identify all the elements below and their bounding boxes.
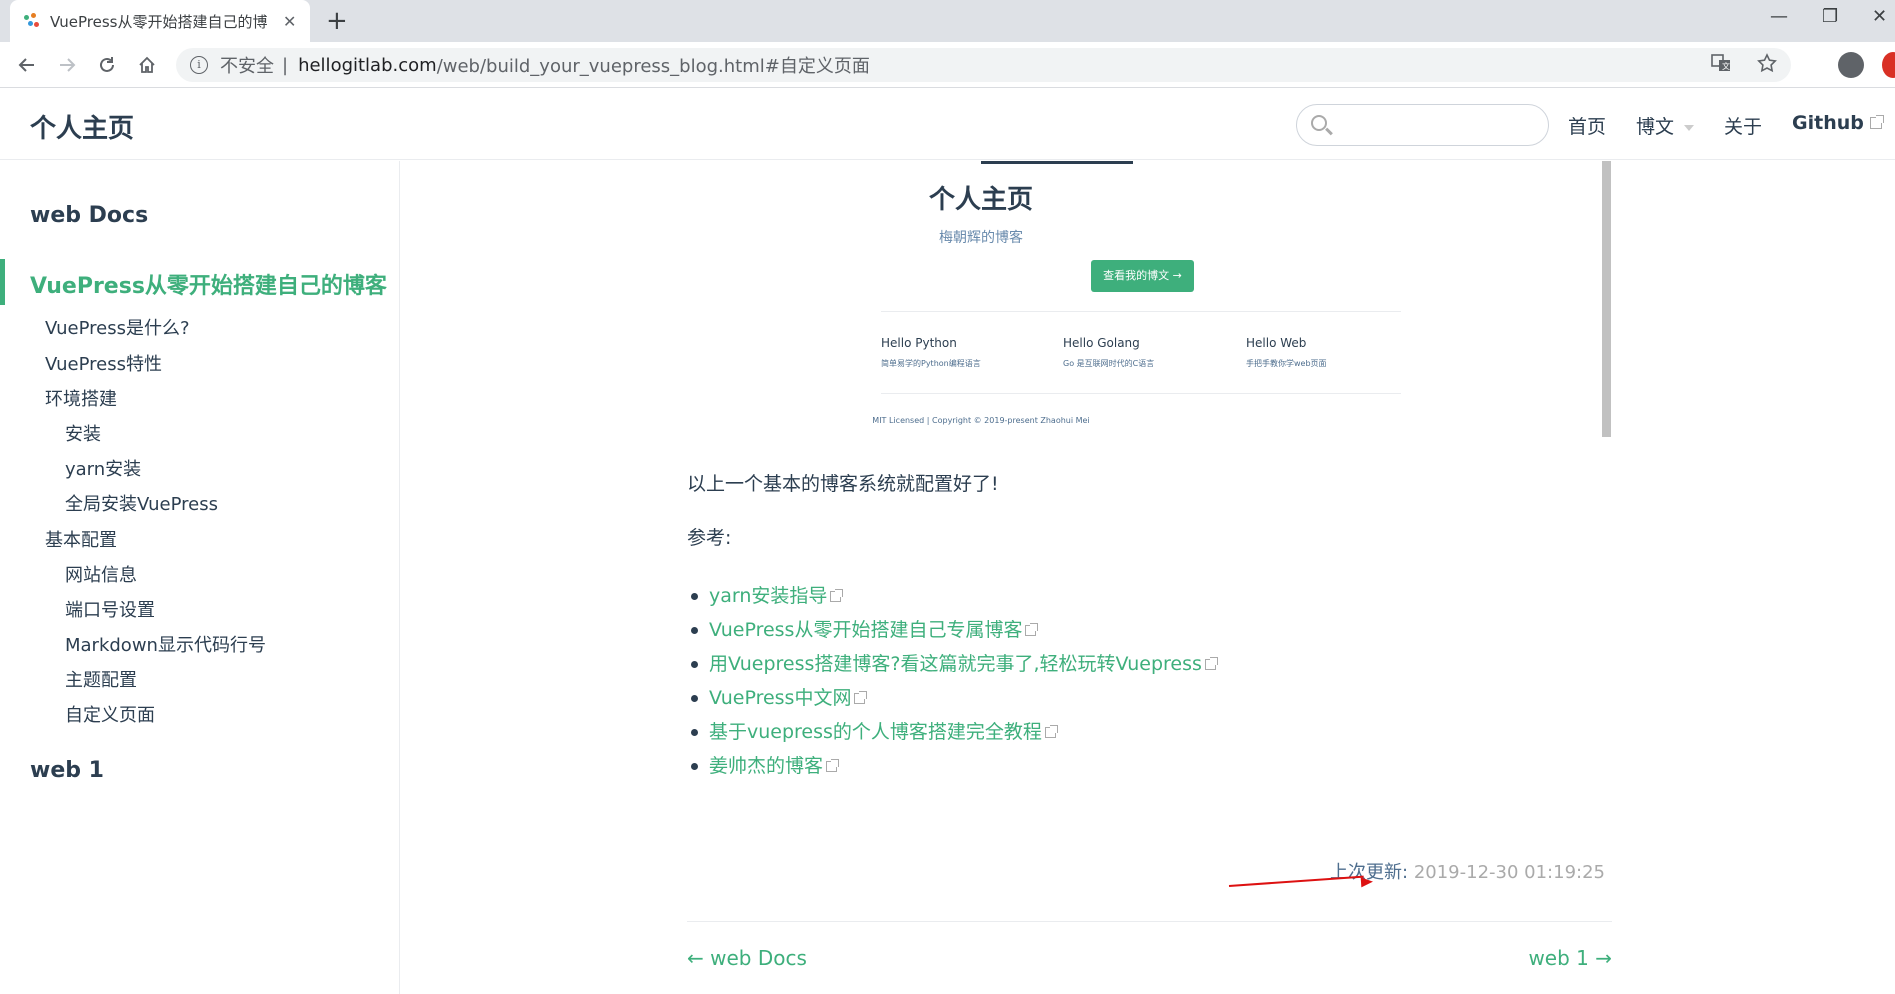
reference-link[interactable]: 用Vuepress搭建博客?看这篇就完事了,轻松玩转Vuepress [687,647,1218,681]
close-window-button[interactable]: ✕ [1872,6,1887,27]
close-tab-icon[interactable]: ✕ [283,12,296,31]
sidebar-item[interactable]: VuePress是什么? [45,314,190,340]
external-link-icon [1204,657,1218,670]
screenshot-divider [881,311,1401,312]
back-arrow-icon [18,58,34,72]
screenshot-feature: Hello Python 简单易学的Python编程语言 [881,336,1041,369]
home-button[interactable] [132,50,162,80]
external-link-icon [854,691,868,704]
screenshot-top-rule [981,161,1133,164]
caret-down-icon [1684,124,1695,131]
browser-toolbar: i 不安全 | hellogitlab.com /web/build_your_… [0,42,1895,88]
nav-links: 首页 博文 关于 Github [1568,112,1895,139]
conclusion-paragraph: 以上一个基本的博客系统就配置好了! [687,473,999,495]
home-icon [139,56,155,73]
nav-link-blog-label: 博文 [1636,116,1675,138]
reload-icon [100,57,114,72]
forward-arrow-icon [60,58,76,72]
info-icon[interactable]: i [190,56,208,74]
url-host: hellogitlab.com [298,54,437,76]
browser-tabstrip: VuePress从零开始搭建自己的博 ✕ + — ❐ ✕ [0,0,1895,42]
nav-link-blog[interactable]: 博文 [1636,112,1695,139]
sidebar-item[interactable]: VuePress特性 [45,350,162,376]
nav-link-home[interactable]: 首页 [1568,112,1606,139]
external-link-icon [826,759,840,772]
main-content: 个人主页 梅朝辉的博客 查看我的博文 → Hello Python 简单易学的P… [401,161,1895,994]
bookmark-star-icon[interactable] [1757,53,1777,73]
external-link-icon [1869,115,1884,129]
page-nav-divider [687,921,1612,922]
sidebar-group-web-1[interactable]: web 1 [30,758,104,783]
reference-link[interactable]: VuePress中文网 [687,681,1216,715]
minimize-window-button[interactable]: — [1770,6,1788,27]
screenshot-title: 个人主页 [928,185,1033,215]
sidebar: web Docs VuePress从零开始搭建自己的博客 VuePress是什么… [0,161,400,994]
external-link-icon [1044,725,1058,738]
feature-desc: 简单易学的Python编程语言 [881,359,981,368]
nav-link-github-label: Github [1792,112,1864,134]
feature-title: Hello Golang [1063,336,1140,350]
sidebar-item[interactable]: 环境搭建 [45,385,117,411]
address-bar[interactable]: i 不安全 | hellogitlab.com /web/build_your_… [176,48,1791,82]
reload-button[interactable] [92,50,122,80]
search-icon [1311,115,1327,131]
sidebar-subitem[interactable]: 全局安装VuePress [65,490,218,516]
browser-tab[interactable]: VuePress从零开始搭建自己的博 ✕ [10,0,310,42]
profile-avatar-icon[interactable] [1838,52,1864,78]
prev-page-link[interactable]: ← web Docs [687,946,807,970]
reference-link[interactable]: VuePress从零开始搭建自己专属博客 [687,613,1216,647]
screenshot-cta-button: 查看我的博文 → [1091,260,1194,292]
last-updated-value: 2019-12-30 01:19:25 [1413,862,1605,883]
site-favicon-icon [22,12,40,30]
feature-desc: 手把手教你学web页面 [1246,359,1327,368]
sidebar-item[interactable]: 基本配置 [45,526,117,552]
reference-link[interactable]: 基于vuepress的个人博客搭建完全教程 [687,715,1216,749]
sidebar-item-active[interactable]: VuePress从零开始搭建自己的博客 [30,268,387,300]
screenshot-feature: Hello Golang Go 是互联网时代的C语言 [1063,336,1223,369]
sidebar-subitem[interactable]: 主题配置 [65,666,137,692]
forward-button[interactable] [52,50,82,80]
site-navbar: 个人主页 首页 博文 关于 Github [0,88,1895,160]
sidebar-subitem[interactable]: Markdown显示代码行号 [65,631,266,657]
annotation-arrow-head-icon [1360,876,1374,888]
svg-text:文: 文 [1722,61,1730,71]
new-tab-button[interactable]: + [326,6,348,36]
screenshot-footer: MIT Licensed | Copyright © 2019-present … [872,416,1090,425]
references-label: 参考: [687,527,732,549]
translate-icon[interactable]: 文 [1711,53,1731,73]
security-label: 不安全 [220,56,274,77]
reference-link[interactable]: yarn安装指导 [687,579,1216,613]
external-link-icon [1025,623,1039,636]
screenshot-feature: Hello Web 手把手教你学web页面 [1246,336,1406,369]
sidebar-subitem[interactable]: yarn安装 [65,455,141,481]
feature-title: Hello Web [1246,336,1307,350]
screenshot-subtitle: 梅朝辉的博客 [939,230,1023,246]
reference-list: yarn安装指导 VuePress从零开始搭建自己专属博客 用Vuepress搭… [687,579,1218,783]
back-button[interactable] [12,50,42,80]
restore-window-button[interactable]: ❐ [1822,6,1838,27]
tab-title: VuePress从零开始搭建自己的博 [50,12,268,31]
feature-title: Hello Python [881,336,957,350]
screenshot-scrollbar [1602,161,1611,437]
nav-link-github[interactable]: Github [1792,112,1884,139]
sidebar-subitem[interactable]: 自定义页面 [65,701,155,727]
extension-icon[interactable] [1882,52,1895,78]
reference-link[interactable]: 姜帅杰的博客 [687,749,1216,783]
url-path: /web/build_your_vuepress_blog.html#自定义页面 [436,56,870,77]
search-input[interactable] [1296,104,1549,146]
sidebar-active-indicator [0,259,5,305]
external-link-icon [830,589,844,602]
nav-link-about[interactable]: 关于 [1724,112,1762,139]
sidebar-subitem[interactable]: 安装 [65,420,101,446]
screenshot-divider [881,393,1401,394]
sidebar-subitem[interactable]: 端口号设置 [65,596,155,622]
site-name[interactable]: 个人主页 [30,108,134,145]
next-page-link[interactable]: web 1 → [1528,946,1612,970]
sidebar-group-web-docs[interactable]: web Docs [30,203,148,228]
sidebar-subitem[interactable]: 网站信息 [65,561,137,587]
url-separator: | [282,54,289,76]
feature-desc: Go 是互联网时代的C语言 [1063,359,1155,368]
